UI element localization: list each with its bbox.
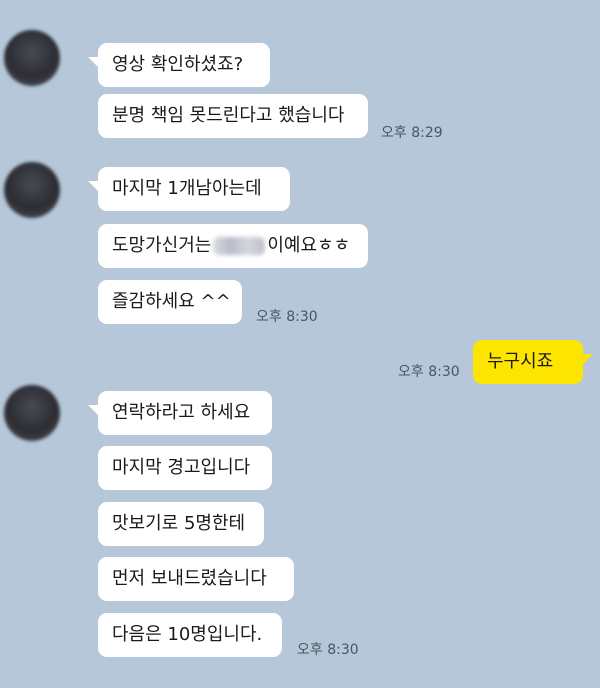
sender-avatar[interactable] <box>4 385 60 441</box>
message-text: 이예요ㅎㅎ <box>267 235 351 256</box>
message-text: 마지막 1개남아는데 <box>112 178 262 199</box>
chat-room: 영상 확인하셨죠? 분명 책임 못드린다고 했습니다 오후 8:29 마지막 1… <box>0 0 600 688</box>
my-message-bubble[interactable]: 누구시죠 <box>473 340 593 384</box>
message-bubble[interactable]: 마지막 경고입니다 <box>98 446 272 490</box>
message-bubble[interactable]: 즐감하세요 ^^ <box>98 280 242 324</box>
message-bubble[interactable]: 맛보기로 5명한테 <box>98 502 264 546</box>
message-bubble[interactable]: 도망가신거는 이예요ㅎㅎ <box>98 224 368 268</box>
message-bubble[interactable]: 분명 책임 못드린다고 했습니다 <box>98 94 368 138</box>
message-bubble[interactable]: 다음은 10명입니다. <box>98 613 282 657</box>
message-text: 마지막 경고입니다 <box>112 457 251 478</box>
sender-avatar[interactable] <box>4 30 60 86</box>
message-timestamp: 오후 8:30 <box>256 309 318 325</box>
message-text: 분명 책임 못드린다고 했습니다 <box>112 105 345 126</box>
message-bubble[interactable]: 연락하라고 하세요 <box>88 391 272 435</box>
message-text: 영상 확인하셨죠? <box>112 54 244 75</box>
message-text: 즐감하세요 ^^ <box>112 291 231 312</box>
message-timestamp: 오후 8:30 <box>398 364 460 380</box>
message-timestamp: 오후 8:30 <box>297 642 359 658</box>
message-text: 도망가신거는 <box>112 235 212 256</box>
message-bubble[interactable]: 마지막 1개남아는데 <box>88 167 290 211</box>
message-bubble[interactable]: 영상 확인하셨죠? <box>88 43 270 87</box>
message-bubble[interactable]: 먼저 보내드렸습니다 <box>98 557 294 601</box>
message-text: 연락하라고 하세요 <box>112 402 251 423</box>
message-text: 먼저 보내드렸습니다 <box>112 568 267 589</box>
redacted-text <box>213 237 266 255</box>
sender-avatar[interactable] <box>4 162 60 218</box>
message-text: 다음은 10명입니다. <box>112 624 263 645</box>
message-text: 맛보기로 5명한테 <box>112 513 246 534</box>
message-text: 누구시죠 <box>487 351 554 372</box>
message-timestamp: 오후 8:29 <box>381 125 443 141</box>
